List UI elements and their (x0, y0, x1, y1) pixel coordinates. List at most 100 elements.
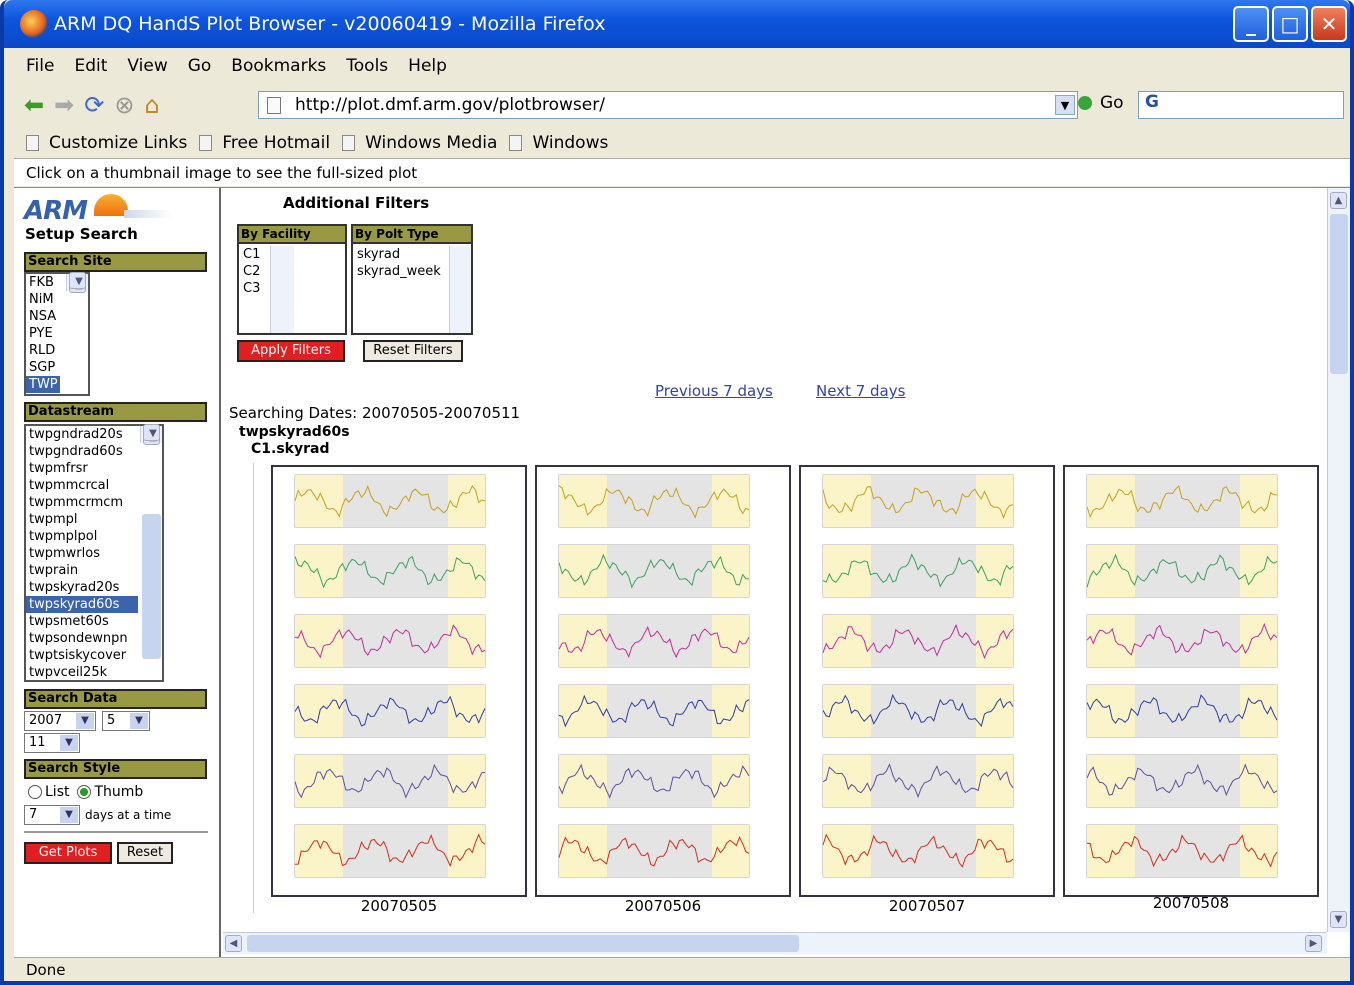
apply-filters-button[interactable]: Apply Filters (237, 340, 345, 362)
list-item[interactable]: RLD (26, 342, 88, 359)
title-bar: ARM DQ HandS Plot Browser - v20060419 - … (4, 0, 1350, 48)
get-plots-button[interactable]: Get Plots (24, 842, 112, 864)
day-select[interactable]: 11 ▼ (24, 733, 80, 753)
year-select[interactable]: 2007 ▼ (24, 711, 96, 731)
list-radio[interactable] (28, 785, 42, 799)
navigation-toolbar: ⬅ ➡ ⟳ ⊗ ⌂ http://plot.dmf.arm.gov/plotbr… (14, 84, 1350, 126)
scroll-up-icon[interactable]: ▲ (1330, 192, 1347, 209)
facility-plot-title: C1.skyrad (251, 441, 330, 457)
list-item[interactable]: NSA (26, 308, 88, 325)
plot-thumbnail[interactable] (535, 465, 791, 897)
search-input[interactable]: G (1138, 91, 1344, 119)
plot-band (1240, 615, 1277, 667)
list-item[interactable]: twpmmcrcal (26, 477, 162, 494)
plot-band (1135, 755, 1240, 807)
list-item-selected[interactable]: TWP (26, 376, 60, 393)
reload-icon[interactable]: ⟳ (84, 91, 104, 119)
list-radio-label: List (45, 784, 70, 800)
sun-logo-icon (94, 194, 128, 216)
plot-band (1240, 685, 1277, 737)
back-icon[interactable]: ⬅ (24, 91, 44, 119)
list-scrollbar[interactable]: ▲ ▼ (66, 272, 88, 293)
list-item[interactable]: C3 (243, 280, 345, 297)
plot-band (343, 615, 448, 667)
previous-days-link[interactable]: Previous 7 days (655, 382, 773, 400)
menu-help[interactable]: Help (408, 56, 447, 76)
url-dropdown-icon[interactable]: ▼ (1055, 95, 1075, 115)
facility-scrollbar[interactable] (270, 246, 294, 333)
bookmark-customize-links[interactable]: Customize Links (26, 133, 187, 153)
home-icon[interactable]: ⌂ (144, 91, 159, 119)
reset-filters-button[interactable]: Reset Filters (363, 340, 463, 362)
list-item-selected[interactable]: twpskyrad60s (26, 596, 138, 613)
url-text: http://plot.dmf.arm.gov/plotbrowser/ (295, 95, 605, 115)
plot-band (295, 475, 343, 527)
days-select[interactable]: 7 ▼ (24, 805, 80, 825)
plot-band (712, 545, 749, 597)
bookmark-windows-media[interactable]: Windows Media (342, 133, 497, 153)
plot-band (448, 615, 485, 667)
menu-file[interactable]: File (26, 56, 54, 76)
reset-button[interactable]: Reset (117, 842, 173, 864)
maximize-button[interactable]: □ (1272, 6, 1308, 42)
plot-type-scrollbar[interactable] (449, 246, 471, 333)
plot-band (559, 475, 607, 527)
url-bar[interactable]: http://plot.dmf.arm.gov/plotbrowser/ ▼ (258, 91, 1078, 119)
list-item[interactable]: C2 (243, 263, 345, 280)
page-horizontal-scrollbar[interactable]: ◀ ▶ (223, 932, 1327, 954)
list-scrollbar[interactable]: ▲ ▼ (140, 424, 162, 659)
month-select[interactable]: 5 ▼ (102, 711, 150, 731)
bookmark-free-hotmail[interactable]: Free Hotmail (199, 133, 330, 153)
menu-view[interactable]: View (127, 56, 167, 76)
list-item[interactable]: PYE (26, 325, 88, 342)
next-days-link[interactable]: Next 7 days (816, 382, 905, 400)
list-item[interactable]: twpmmcrmcm (26, 494, 162, 511)
scroll-left-icon[interactable]: ◀ (225, 935, 242, 952)
forward-icon[interactable]: ➡ (54, 91, 74, 119)
plot-type-filter: By Polt Type skyrad skyrad_week (351, 224, 473, 335)
page-vertical-scrollbar[interactable]: ▲ ▼ (1327, 188, 1350, 932)
setup-search-title: Setup Search (25, 225, 138, 243)
minimize-button[interactable]: _ (1233, 6, 1269, 42)
scroll-thumb[interactable] (247, 935, 799, 952)
list-item[interactable]: twpvceil25k (26, 664, 162, 681)
list-item[interactable]: twpmfrsr (26, 460, 162, 477)
scroll-down-icon[interactable]: ▼ (1330, 911, 1347, 928)
plot-band (295, 685, 343, 737)
plot-band (712, 615, 749, 667)
search-data-header: Search Data (24, 689, 207, 709)
plot-thumbnail[interactable] (1063, 465, 1319, 897)
list-item[interactable]: C1 (243, 246, 345, 263)
thumbnail-date: 20070507 (888, 897, 966, 915)
menu-edit[interactable]: Edit (74, 56, 107, 76)
list-item[interactable]: SGP (26, 359, 88, 376)
datastream-list[interactable]: twpgndrad20s twpgndrad60s twpmfrsr twpmm… (24, 424, 164, 682)
plot-thumbnail[interactable] (799, 465, 1055, 897)
scroll-thumb[interactable] (1330, 214, 1348, 374)
days-value: 7 (29, 807, 38, 822)
stop-icon[interactable]: ⊗ (114, 91, 134, 119)
thumbnail-date: 20070508 (1152, 894, 1230, 912)
menu-bookmarks[interactable]: Bookmarks (231, 56, 326, 76)
plot-thumbnail[interactable] (271, 465, 527, 897)
menu-go[interactable]: Go (188, 56, 212, 76)
close-button[interactable]: ✕ (1311, 6, 1347, 42)
bookmark-windows[interactable]: Windows (509, 133, 608, 153)
menu-tools[interactable]: Tools (346, 56, 388, 76)
menu-bar: File Edit View Go Bookmarks Tools Help (14, 50, 1350, 82)
plot-band (1240, 545, 1277, 597)
list-item[interactable]: twpgndrad60s (26, 443, 162, 460)
plot-band (1240, 825, 1277, 877)
days-label: days at a time (85, 808, 172, 822)
go-button[interactable]: Go (1078, 93, 1124, 113)
plot-band (1087, 685, 1135, 737)
plot-band (871, 545, 976, 597)
scroll-down-icon[interactable]: ▼ (69, 272, 86, 289)
search-site-list[interactable]: FKB NiM NSA PYE RLD SGP TWP ▲ ▼ (24, 272, 90, 396)
scroll-right-icon[interactable]: ▶ (1305, 935, 1322, 952)
plot-band (1135, 825, 1240, 877)
scroll-thumb[interactable] (142, 514, 161, 659)
scroll-down-icon[interactable]: ▼ (143, 424, 160, 441)
thumbnail-date: 20070505 (360, 897, 438, 915)
thumb-radio[interactable] (77, 785, 92, 799)
